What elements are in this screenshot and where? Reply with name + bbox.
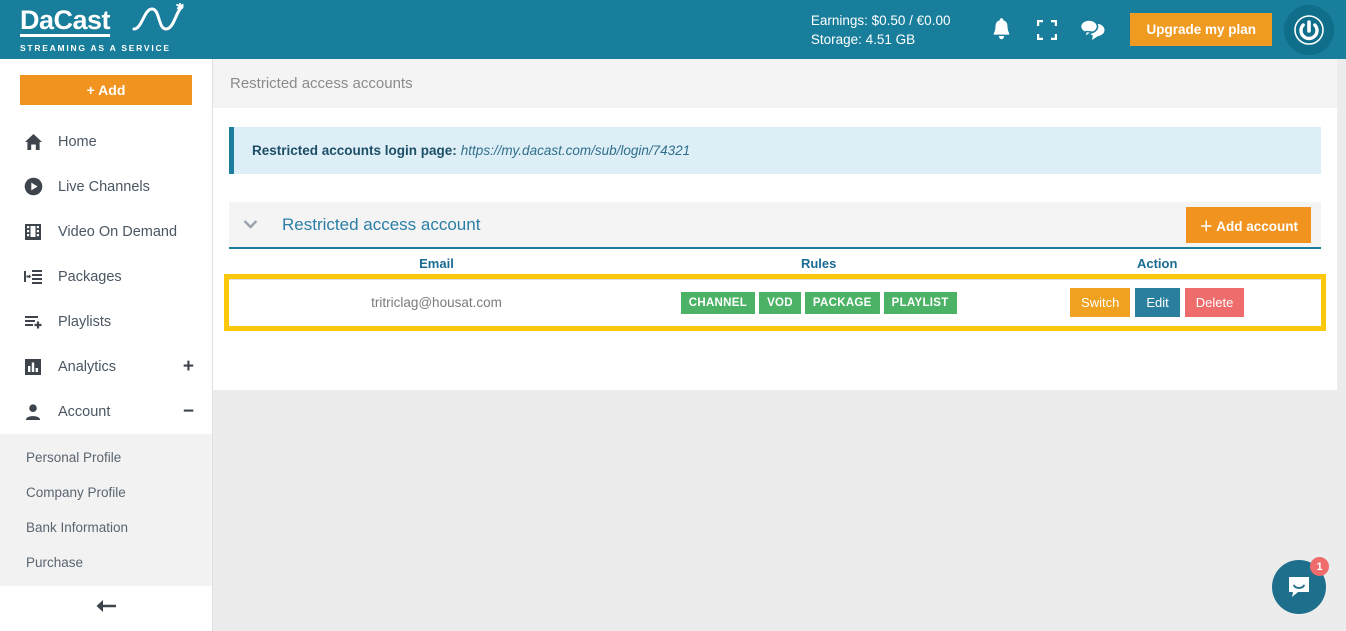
table-body: tritriclag@housat.com CHANNEL VOD PACKAG… [229,279,1321,326]
edit-button[interactable]: Edit [1135,288,1179,317]
brand-name: DaCast [20,7,110,37]
sidebar-item-label: Playlists [58,314,111,330]
sidebar-item-playlists[interactable]: Playlists [0,299,212,344]
cell-email: tritriclag@housat.com [229,279,644,326]
playlist-add-icon [24,313,50,330]
submenu-item-personal-profile[interactable]: Personal Profile [0,440,212,475]
application-window: DaCast * STREAMING AS A SERVICE Earnings… [0,0,1346,631]
delete-button[interactable]: Delete [1185,288,1245,317]
sidebar-item-label: Account [58,404,110,420]
brand-logo[interactable]: DaCast * STREAMING AS A SERVICE [0,0,213,59]
restricted-account-panel: Restricted access account ＋ Add account … [229,202,1321,327]
add-account-button[interactable]: ＋ Add account [1186,207,1311,243]
sidebar-item-label: Video On Demand [58,224,177,240]
table-header-row: Email Rules Action [229,248,1321,279]
sidebar-item-label: Packages [58,269,122,285]
sidebar-item-packages[interactable]: Packages [0,254,212,299]
top-header-bar: DaCast * STREAMING AS A SERVICE Earnings… [0,0,1346,59]
status-badge: PACKAGE [805,292,880,314]
user-icon [24,403,50,421]
login-page-notice: Restricted accounts login page: https://… [229,127,1321,174]
bell-icon[interactable] [978,7,1024,53]
storage-text: Storage: 4.51 GB [811,30,951,49]
sidebar-item-label: Live Channels [58,179,150,195]
earnings-text: Earnings: $0.50 / €0.00 [811,11,951,30]
film-icon [24,223,50,241]
home-icon [24,133,50,151]
sidebar-item-home[interactable]: Home [0,119,212,164]
content-card: Restricted accounts login page: https://… [213,108,1337,390]
bar-chart-icon [24,358,50,376]
header-right-cluster: Earnings: $0.50 / €0.00 Storage: 4.51 GB [811,0,1346,59]
power-icon[interactable] [1284,5,1334,55]
submenu-item-company-profile[interactable]: Company Profile [0,475,212,510]
action-button-group: Switch Edit Delete [993,288,1321,317]
expand-analytics-toggle[interactable]: + [183,360,194,374]
panel-header: Restricted access account ＋ Add account [229,202,1321,247]
logo-swoosh-icon: * [132,3,192,41]
svg-text:*: * [176,3,184,21]
brand-name-wrapper: DaCast * [20,7,195,37]
sidebar-item-live-channels[interactable]: Live Channels [0,164,212,209]
rules-badge-group: CHANNEL VOD PACKAGE PLAYLIST [644,292,993,314]
page-title: Restricted access accounts [230,75,413,92]
notice-label: Restricted accounts login page: [252,143,457,158]
status-badge: CHANNEL [681,292,755,314]
sidebar-item-label: Analytics [58,359,116,375]
submenu-item-purchase[interactable]: Purchase [0,545,212,580]
main-content-area: Restricted access accounts Restricted ac… [213,59,1346,631]
arrow-left-icon [94,598,118,619]
sidebar-navigation: + Add Home Live Channels [0,59,213,631]
column-header-action: Action [993,248,1321,279]
status-badge: VOD [759,292,801,314]
packages-icon [24,268,50,285]
intercom-chat-icon[interactable]: 1 [1272,560,1326,614]
page-header: Restricted access accounts [213,59,1337,108]
account-stats: Earnings: $0.50 / €0.00 Storage: 4.51 GB [811,11,951,49]
fullscreen-icon[interactable] [1024,7,1070,53]
brand-tagline: STREAMING AS A SERVICE [20,43,213,53]
sidebar-item-video-on-demand[interactable]: Video On Demand [0,209,212,254]
sidebar-item-label: Home [58,134,97,150]
column-header-email: Email [229,248,644,279]
table-row[interactable]: tritriclag@housat.com CHANNEL VOD PACKAG… [229,279,1321,326]
intercom-unread-badge: 1 [1310,557,1329,576]
play-circle-icon [24,177,50,196]
panel-title: Restricted access account [282,215,480,235]
collapse-account-toggle[interactable]: − [183,405,194,419]
column-header-rules: Rules [644,248,993,279]
sidebar-collapse-button[interactable] [0,586,212,631]
chevron-down-icon[interactable] [243,216,258,233]
sidebar-menu: Home Live Channels Video On Deman [0,119,212,615]
sidebar-item-account[interactable]: Account − [0,389,212,434]
cell-rules: CHANNEL VOD PACKAGE PLAYLIST [644,279,993,326]
chat-icon[interactable] [1070,7,1116,53]
accounts-table: Email Rules Action tritriclag@housat.com… [229,247,1321,327]
add-button[interactable]: + Add [20,75,192,105]
cell-actions: Switch Edit Delete [993,279,1321,326]
notice-url[interactable]: https://my.dacast.com/sub/login/74321 [461,143,690,158]
switch-button[interactable]: Switch [1070,288,1130,317]
upgrade-plan-button[interactable]: Upgrade my plan [1130,13,1272,46]
sidebar-item-analytics[interactable]: Analytics + [0,344,212,389]
table-head: Email Rules Action [229,248,1321,279]
submenu-item-bank-information[interactable]: Bank Information [0,510,212,545]
status-badge: PLAYLIST [884,292,957,314]
